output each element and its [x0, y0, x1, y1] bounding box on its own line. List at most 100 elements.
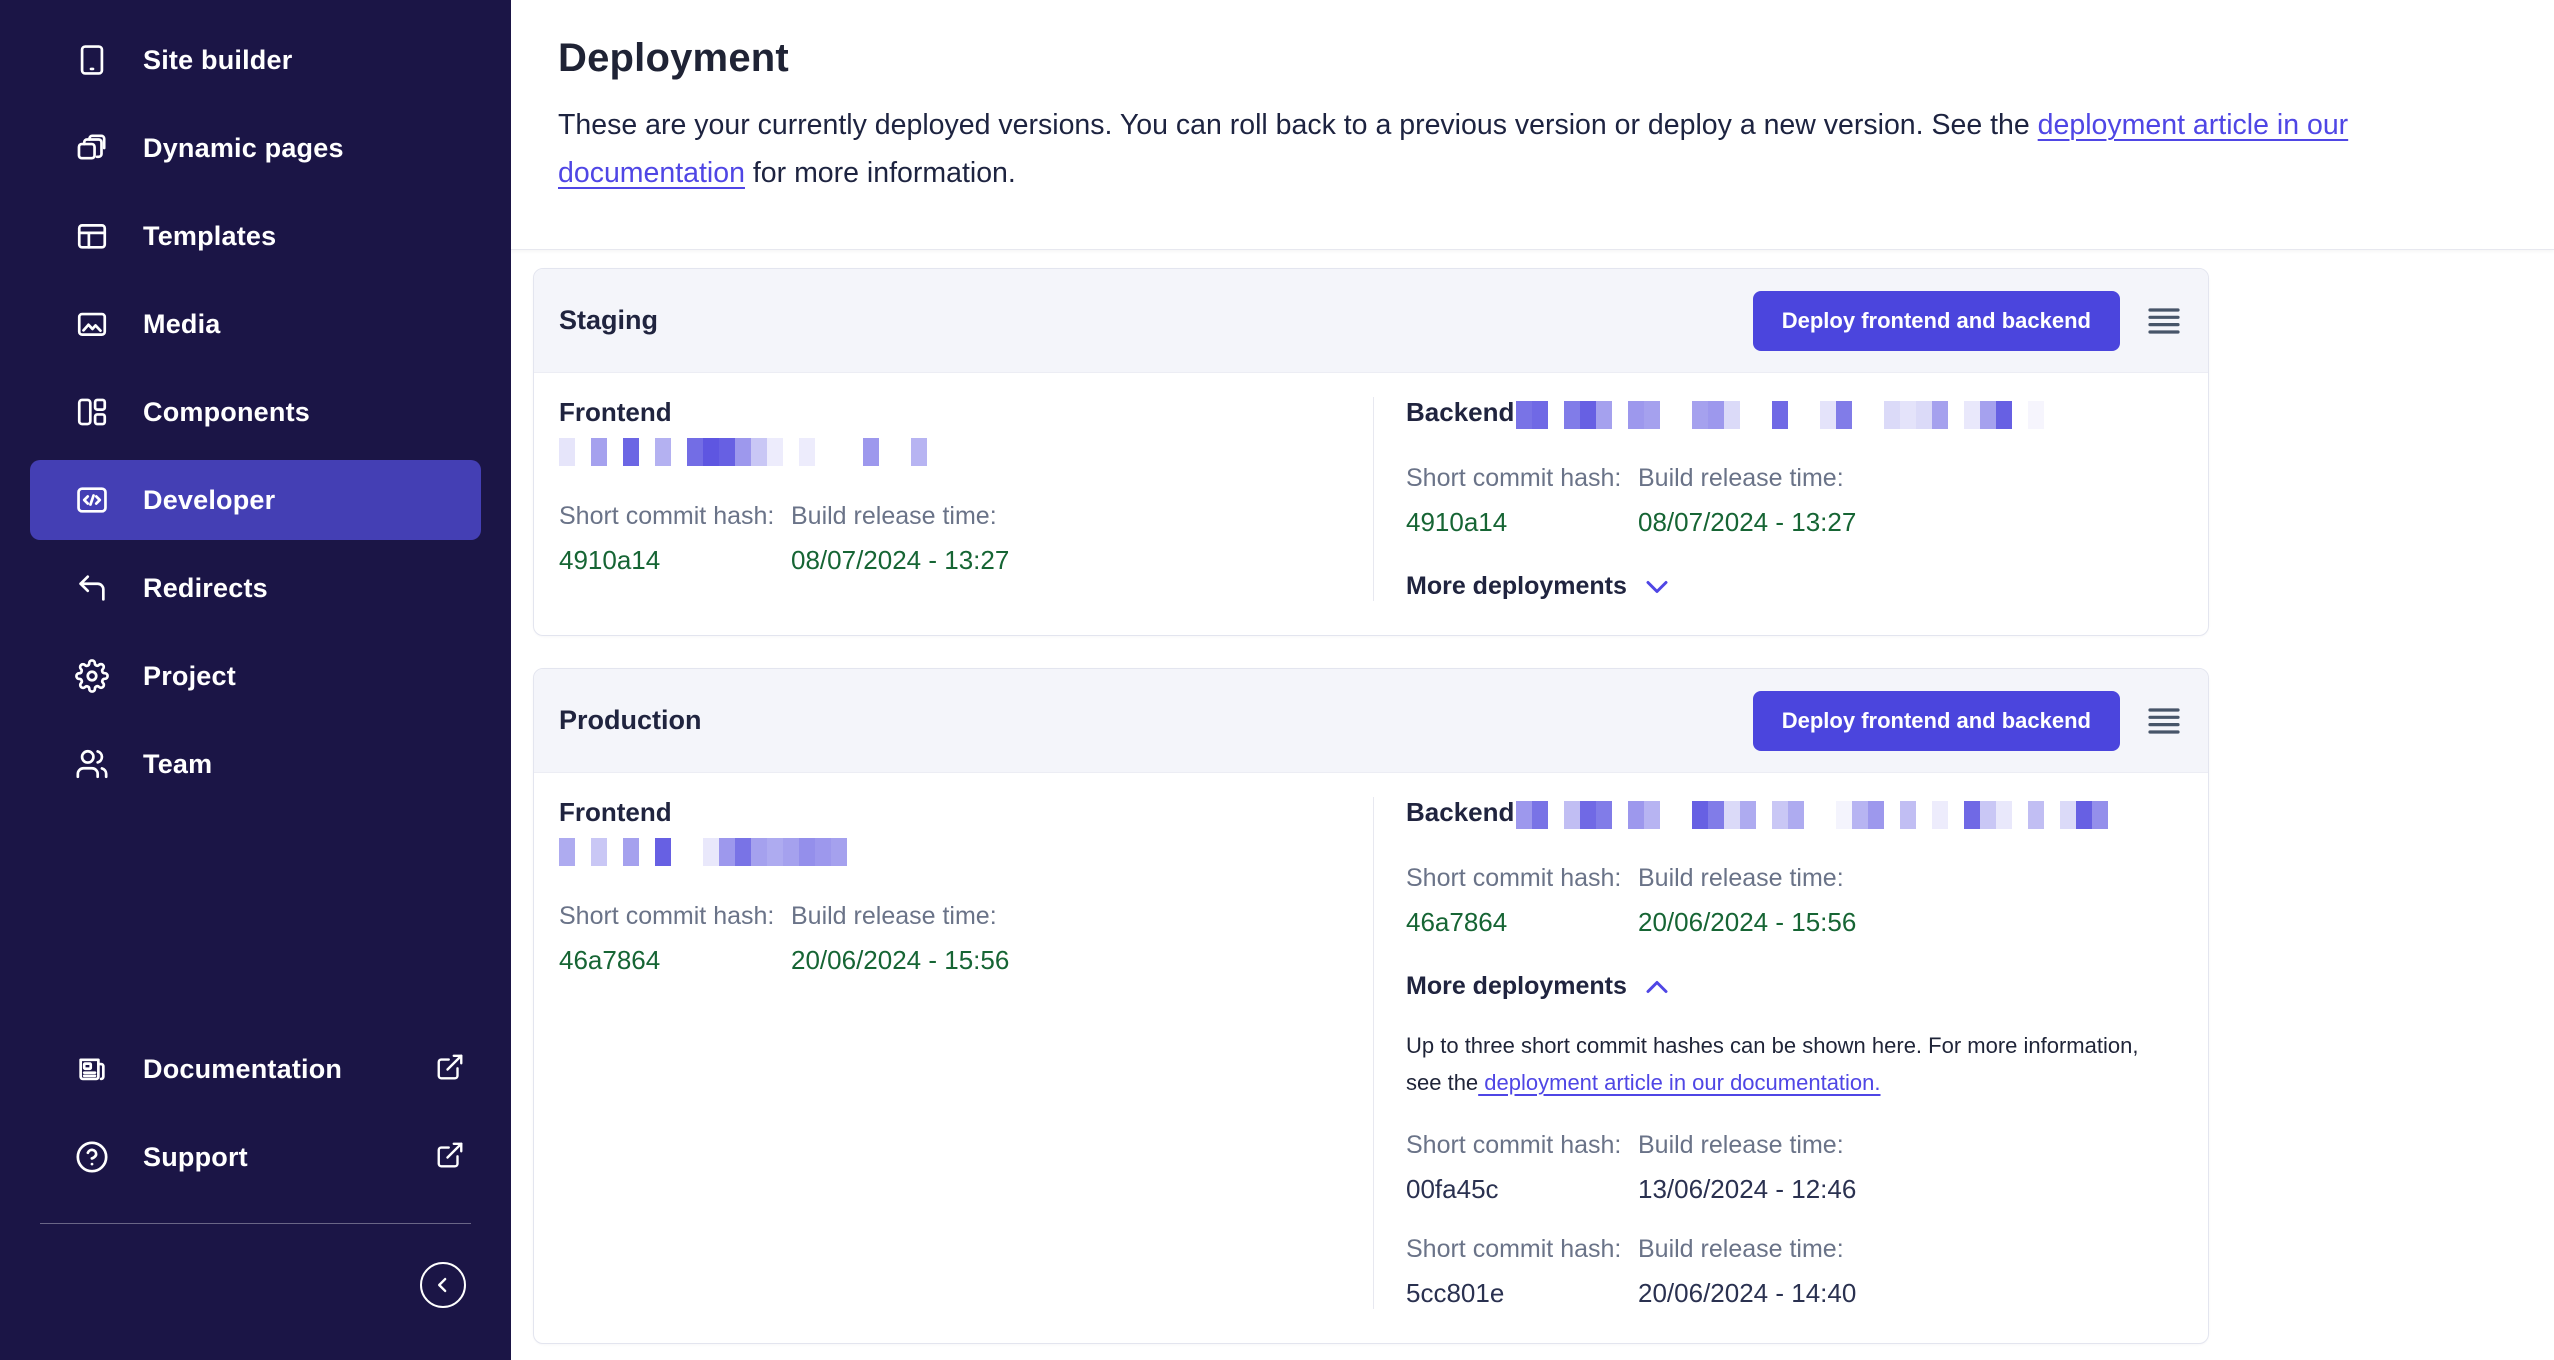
commit-hash-label: Short commit hash:: [559, 502, 791, 531]
previous-deployment-info: Short commit hash: Build release time: 0…: [1406, 1131, 1856, 1205]
deploy-button[interactable]: Deploy frontend and backend: [1753, 691, 2120, 751]
main-content: Deployment These are your currently depl…: [511, 0, 2554, 1360]
deploy-button[interactable]: Deploy frontend and backend: [1753, 291, 2120, 351]
sidebar-item-label: Site builder: [143, 45, 292, 76]
chevron-down-icon: [1645, 579, 1669, 595]
description-text: These are your currently deployed versio…: [558, 109, 2038, 141]
build-time-value: 20/06/2024 - 14:40: [1638, 1278, 1856, 1309]
list-menu-icon[interactable]: [2148, 307, 2180, 335]
sidebar-item-media[interactable]: Media: [30, 284, 481, 364]
sidebar-item-label: Developer: [143, 485, 275, 516]
sidebar: Site builder Dynamic pages Templates Med…: [0, 0, 511, 1360]
commit-hash-value: 4910a14: [1406, 507, 1638, 538]
layout-icon: [75, 219, 109, 253]
page-description: These are your currently deployed versio…: [558, 101, 2494, 197]
sidebar-item-support[interactable]: Support: [30, 1117, 481, 1197]
previous-deployment-info: Short commit hash: Build release time: 5…: [1406, 1235, 1856, 1309]
sidebar-item-label: Templates: [143, 221, 276, 252]
commit-hash-value: 4910a14: [559, 545, 791, 576]
sidebar-item-label: Documentation: [143, 1054, 342, 1085]
build-time-value: 13/06/2024 - 12:46: [1638, 1174, 1856, 1205]
build-time-label: Build release time:: [1638, 1235, 1856, 1264]
code-icon: [75, 483, 109, 517]
external-link-icon: [435, 1052, 465, 1087]
redacted-backend-info: [1516, 801, 2108, 829]
stacked-pages-icon: [75, 131, 109, 165]
build-time-value: 08/07/2024 - 13:27: [791, 545, 1009, 576]
sidebar-item-label: Team: [143, 749, 212, 780]
tablet-icon: [75, 43, 109, 77]
deployment-info: Short commit hash: Build release time: 4…: [559, 502, 1009, 576]
newspaper-icon: [75, 1052, 109, 1086]
card-header: Staging Deploy frontend and backend: [534, 269, 2208, 373]
list-menu-icon[interactable]: [2148, 707, 2180, 735]
build-time-label: Build release time:: [791, 502, 1009, 531]
deployment-info: Short commit hash: Build release time: 4…: [559, 902, 1009, 976]
card-header: Production Deploy frontend and backend: [534, 669, 2208, 773]
build-time-label: Build release time:: [1638, 464, 1856, 493]
backend-column: Backend Short commit hash: Build release…: [1374, 397, 2180, 601]
card-body: Frontend Short commit hash: Build releas…: [534, 773, 2208, 1343]
sidebar-item-label: Media: [143, 309, 221, 340]
frontend-column: Frontend Short commit hash: Build releas…: [559, 397, 1373, 601]
build-time-value: 20/06/2024 - 15:56: [791, 945, 1009, 976]
environment-card-production: Production Deploy frontend and backend F…: [533, 668, 2209, 1344]
gear-icon: [75, 659, 109, 693]
frontend-column: Frontend Short commit hash: Build releas…: [559, 797, 1373, 1309]
backend-label: Backend: [1406, 797, 1514, 828]
environment-card-staging: Staging Deploy frontend and backend Fron…: [533, 268, 2209, 636]
more-deployments-toggle[interactable]: More deployments: [1406, 572, 1669, 601]
sidebar-item-label: Support: [143, 1142, 248, 1173]
commit-hash-value: 46a7864: [559, 945, 791, 976]
sidebar-item-site-builder[interactable]: Site builder: [30, 20, 481, 100]
components-icon: [75, 395, 109, 429]
sidebar-item-redirects[interactable]: Redirects: [30, 548, 481, 628]
commit-hash-value: 00fa45c: [1406, 1174, 1638, 1205]
help-circle-icon: [75, 1140, 109, 1174]
build-time-label: Build release time:: [791, 902, 1009, 931]
sidebar-item-components[interactable]: Components: [30, 372, 481, 452]
frontend-label: Frontend: [559, 797, 1373, 828]
commit-hash-label: Short commit hash:: [1406, 464, 1638, 493]
frontend-label: Frontend: [559, 397, 1373, 428]
build-time-label: Build release time:: [1638, 1131, 1856, 1160]
image-icon: [75, 307, 109, 341]
commit-hash-label: Short commit hash:: [559, 902, 791, 931]
more-deployments-toggle[interactable]: More deployments: [1406, 972, 1669, 1001]
deployment-info: Short commit hash: Build release time: 4…: [1406, 464, 1856, 538]
commit-hash-label: Short commit hash:: [1406, 1131, 1638, 1160]
redacted-backend-info: [1516, 401, 2044, 429]
sidebar-item-developer[interactable]: Developer: [30, 460, 481, 540]
sidebar-item-label: Components: [143, 397, 310, 428]
sidebar-item-project[interactable]: Project: [30, 636, 481, 716]
commit-hash-label: Short commit hash:: [1406, 864, 1638, 893]
deployment-info: Short commit hash: Build release time: 4…: [1406, 864, 1856, 938]
build-time-value: 08/07/2024 - 13:27: [1638, 507, 1856, 538]
sidebar-item-dynamic-pages[interactable]: Dynamic pages: [30, 108, 481, 188]
commit-hash-value: 46a7864: [1406, 907, 1638, 938]
sidebar-item-templates[interactable]: Templates: [30, 196, 481, 276]
commit-hash-label: Short commit hash:: [1406, 1235, 1638, 1264]
build-time-value: 20/06/2024 - 15:56: [1638, 907, 1856, 938]
app-root: Site builder Dynamic pages Templates Med…: [0, 0, 2554, 1360]
sidebar-footer: Documentation Support: [0, 1021, 511, 1360]
sidebar-item-team[interactable]: Team: [30, 724, 481, 804]
sidebar-collapse-button[interactable]: [420, 1262, 466, 1308]
backend-label: Backend: [1406, 397, 1514, 428]
sidebar-nav: Site builder Dynamic pages Templates Med…: [0, 12, 511, 812]
sidebar-item-label: Project: [143, 661, 236, 692]
build-time-label: Build release time:: [1638, 864, 1856, 893]
external-link-icon: [435, 1140, 465, 1175]
more-deployments-label: More deployments: [1406, 572, 1627, 601]
sidebar-item-documentation[interactable]: Documentation: [30, 1029, 481, 1109]
redacted-frontend-info: [559, 438, 1373, 466]
deployment-article-link-small[interactable]: deployment article in our documentation.: [1478, 1070, 1880, 1095]
sidebar-item-label: Dynamic pages: [143, 133, 344, 164]
sidebar-item-label: Redirects: [143, 573, 268, 604]
page-header: Deployment These are your currently depl…: [511, 0, 2554, 250]
card-body: Frontend Short commit hash: Build releas…: [534, 373, 2208, 635]
environment-name: Staging: [559, 305, 1753, 336]
description-text: for more information.: [745, 157, 1016, 189]
redacted-frontend-info: [559, 838, 1373, 866]
more-deployments-note: Up to three short commit hashes can be s…: [1406, 1027, 2180, 1101]
